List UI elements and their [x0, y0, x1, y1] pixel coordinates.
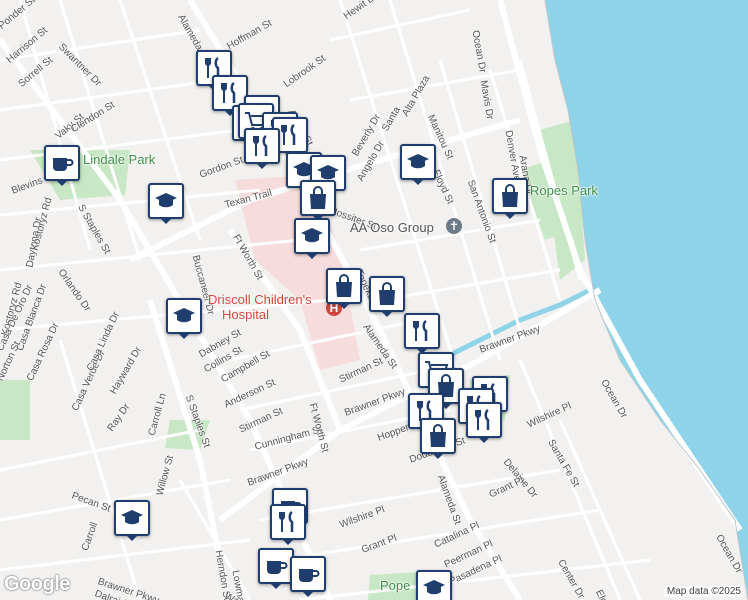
restaurant-icon — [253, 134, 268, 156]
hospital-label[interactable]: Driscoll Children's Hospital — [208, 292, 312, 322]
school-icon — [301, 228, 323, 243]
cafe-icon — [267, 561, 288, 574]
hospital-label-line2: Hospital — [222, 307, 269, 322]
school-marker[interactable] — [294, 218, 330, 259]
shopping-bag-marker[interactable] — [369, 276, 405, 317]
school-marker[interactable] — [416, 570, 452, 600]
school-marker[interactable] — [114, 500, 150, 541]
school-icon — [423, 580, 445, 595]
restaurant-icon — [475, 408, 490, 430]
school-marker[interactable] — [148, 183, 184, 224]
cafe-icon — [53, 158, 74, 171]
restaurant-marker[interactable] — [270, 504, 306, 545]
shopping-bag-icon — [310, 186, 326, 209]
school-icon — [155, 193, 177, 208]
google-logo: Google — [4, 573, 70, 595]
cafe-marker[interactable] — [44, 145, 80, 186]
shopping-bag-marker[interactable] — [420, 418, 456, 459]
restaurant-icon — [221, 81, 236, 103]
restaurant-marker[interactable] — [404, 313, 440, 354]
restaurant-marker[interactable] — [466, 402, 502, 443]
restaurant-marker[interactable] — [244, 128, 280, 169]
ropes-park-label[interactable]: Ropes Park — [530, 183, 598, 198]
restaurant-icon — [281, 123, 296, 145]
restaurant-icon — [279, 510, 294, 532]
shopping-bag-icon — [336, 274, 352, 297]
shopping-bag-marker[interactable] — [492, 178, 528, 219]
lindale-park-label[interactable]: Lindale Park — [83, 152, 155, 167]
school-icon — [173, 308, 195, 323]
shopping-bag-icon — [379, 282, 395, 305]
school-icon — [407, 154, 429, 169]
shopping-bag-marker[interactable] — [300, 180, 336, 221]
map-attribution[interactable]: Map data ©2025 — [663, 586, 744, 597]
shopping-bag-icon — [502, 184, 518, 207]
school-marker[interactable] — [166, 298, 202, 339]
shopping-bag-marker[interactable] — [326, 268, 362, 309]
cafe-icon — [299, 569, 320, 582]
aa-group-label[interactable]: AA Oso Group — [350, 220, 434, 235]
cafe-marker[interactable] — [290, 556, 326, 597]
shopping-bag-icon — [430, 424, 446, 447]
cafe-marker[interactable] — [258, 548, 294, 589]
pope-label[interactable]: Pope — [380, 578, 410, 593]
school-icon — [121, 510, 143, 525]
place-of-worship-icon[interactable]: ✝ — [446, 218, 462, 234]
hospital-label-line1: Driscoll Children's — [208, 292, 312, 307]
map-view[interactable]: Ponder St Harrison St Swantner Dr Sorrel… — [0, 0, 748, 600]
school-marker[interactable] — [400, 144, 436, 185]
park-west — [0, 380, 30, 440]
restaurant-icon — [413, 319, 428, 341]
